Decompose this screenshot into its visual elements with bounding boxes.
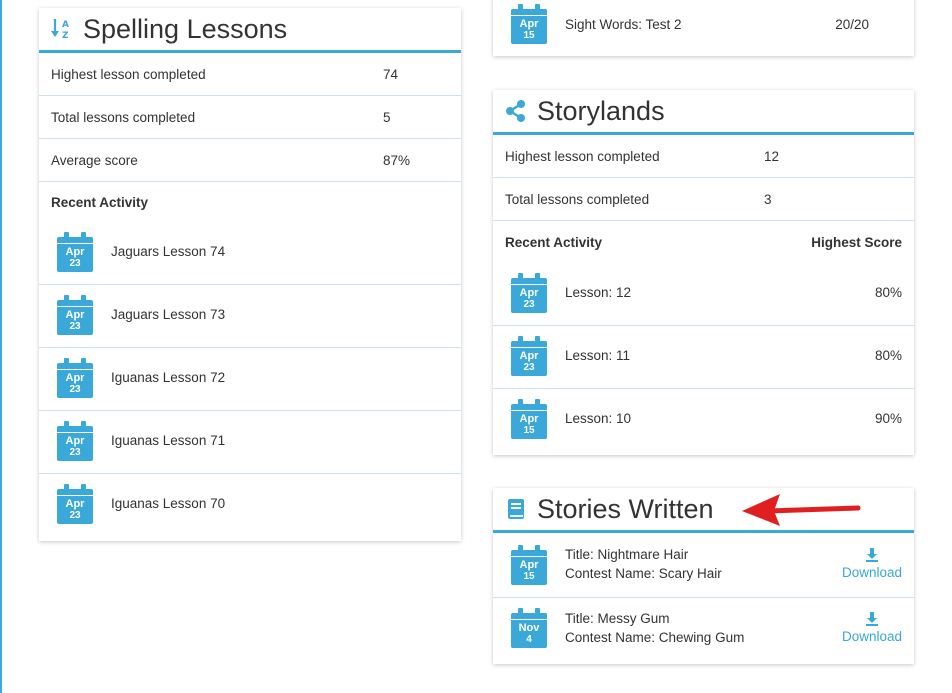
activity-text: Lesson: 12 — [565, 285, 632, 300]
stat-label: Highest lesson completed — [505, 148, 660, 164]
calendar-icon: Apr 23 — [511, 336, 547, 378]
recent-activity-header: Recent Activity Highest Score — [493, 221, 914, 263]
stories-list: Apr 15 Title: Nightmare Hair Contest Name… — [493, 533, 914, 660]
svg-text:A: A — [62, 20, 69, 30]
list-item: Apr 23 Lesson: 11 80% — [493, 326, 914, 389]
activity-score: 80% — [874, 348, 902, 363]
activity-score: 90% — [874, 411, 902, 426]
storylands-title: Storylands — [537, 95, 665, 126]
list-item: Apr 23 Lesson: 12 80% — [493, 263, 914, 326]
recent-activity-label: Recent Activity — [505, 234, 603, 250]
calendar-icon: Apr 15 — [511, 399, 547, 441]
story-title: Title: Nightmare Hair — [565, 547, 689, 562]
stat-label: Average score — [51, 152, 138, 168]
calendar-icon: Apr 23 — [511, 273, 547, 315]
list-item: Apr 23 Jaguars Lesson 74 — [39, 222, 461, 285]
svg-text:Z: Z — [62, 31, 69, 41]
activity-text: Iguanas Lesson 70 — [111, 496, 226, 511]
download-label: Download — [841, 629, 902, 644]
list-item: Apr 15 Lesson: 10 90% — [493, 389, 914, 451]
stat-row: Total lessons completed 5 — [39, 96, 461, 139]
list-item: Apr 23 Jaguars Lesson 73 — [39, 285, 461, 348]
red-arrow-annotation — [742, 494, 861, 526]
calendar-icon: Apr 23 — [57, 484, 93, 526]
stat-label: Total lessons completed — [505, 191, 650, 207]
list-item: Apr 23 Iguanas Lesson 71 — [39, 411, 461, 474]
highest-score-label: Highest Score — [811, 234, 902, 250]
share-icon — [505, 99, 527, 123]
story-contest: Contest Name: Scary Hair — [565, 566, 722, 581]
spelling-lessons-title: Spelling Lessons — [83, 13, 288, 44]
sort-alpha-icon: A Z — [51, 17, 73, 41]
stat-value: 5 — [383, 109, 391, 125]
list-item: Apr 23 Iguanas Lesson 72 — [39, 348, 461, 411]
story-contest: Contest Name: Chewing Gum — [565, 630, 745, 645]
list-item: Nov 4 Title: Messy Gum Contest Name: Chew… — [493, 598, 914, 660]
storylands-panel: Storylands Highest lesson completed 12 T… — [493, 90, 914, 455]
activity-score: 80% — [874, 285, 902, 300]
sight-words-panel: Apr 15 Sight Words: Test 2 20/20 — [493, 0, 914, 56]
stories-written-title: Stories Written — [537, 493, 714, 524]
activity-text: Jaguars Lesson 74 — [111, 244, 226, 259]
recent-activity-header: Recent Activity — [39, 182, 461, 222]
download-icon — [865, 612, 878, 626]
stat-label: Total lessons completed — [51, 109, 196, 125]
calendar-icon: Apr 23 — [57, 295, 93, 337]
recent-activity-label: Recent Activity — [51, 194, 149, 210]
stat-value: 12 — [764, 148, 780, 164]
left-border — [0, 0, 2, 693]
activity-text: Sight Words: Test 2 — [565, 17, 682, 32]
stat-row: Average score 87% — [39, 139, 461, 182]
activity-text: Iguanas Lesson 72 — [111, 370, 226, 385]
spelling-activity-list: Apr 23 Jaguars Lesson 74 Apr 23 Jaguars Le… — [39, 222, 461, 536]
list-item: Apr 23 Iguanas Lesson 70 — [39, 474, 461, 536]
book-icon — [505, 497, 527, 521]
spelling-lessons-panel: A Z Spelling Lessons Highest lesson comp… — [39, 8, 461, 541]
calendar-icon: Nov 4 — [511, 608, 547, 650]
activity-score: 20/20 — [835, 17, 869, 32]
stat-row: Total lessons completed 3 — [493, 178, 914, 221]
calendar-icon: Apr 23 — [57, 232, 93, 274]
storylands-activity-list: Apr 23 Lesson: 12 80% Apr 23 Lesson: 11 80… — [493, 263, 914, 451]
download-label: Download — [841, 565, 902, 580]
spelling-lessons-header: A Z Spelling Lessons — [39, 8, 461, 53]
stat-value: 3 — [764, 191, 772, 207]
calendar-icon: Apr 23 — [57, 358, 93, 400]
stat-value: 87% — [383, 152, 411, 168]
activity-text: Jaguars Lesson 73 — [111, 307, 226, 322]
stat-row: Highest lesson completed 12 — [493, 135, 914, 178]
stat-row: Highest lesson completed 74 — [39, 53, 461, 96]
download-link[interactable]: Download — [842, 547, 902, 580]
story-title: Title: Messy Gum — [565, 611, 670, 626]
download-icon — [865, 548, 878, 562]
activity-text: Lesson: 11 — [565, 348, 631, 363]
activity-text: Lesson: 10 — [565, 411, 632, 426]
calendar-icon: Apr 15 — [511, 545, 547, 587]
calendar-icon: Apr 15 — [511, 4, 547, 46]
activity-text: Iguanas Lesson 71 — [111, 433, 226, 448]
list-item: Apr 15 Sight Words: Test 2 20/20 — [493, 0, 914, 56]
stat-label: Highest lesson completed — [51, 66, 206, 82]
storylands-header: Storylands — [493, 90, 914, 135]
stat-value: 74 — [383, 66, 399, 82]
download-link[interactable]: Download — [842, 611, 902, 644]
list-item: Apr 15 Title: Nightmare Hair Contest Name… — [493, 533, 914, 598]
calendar-icon: Apr 23 — [57, 421, 93, 463]
